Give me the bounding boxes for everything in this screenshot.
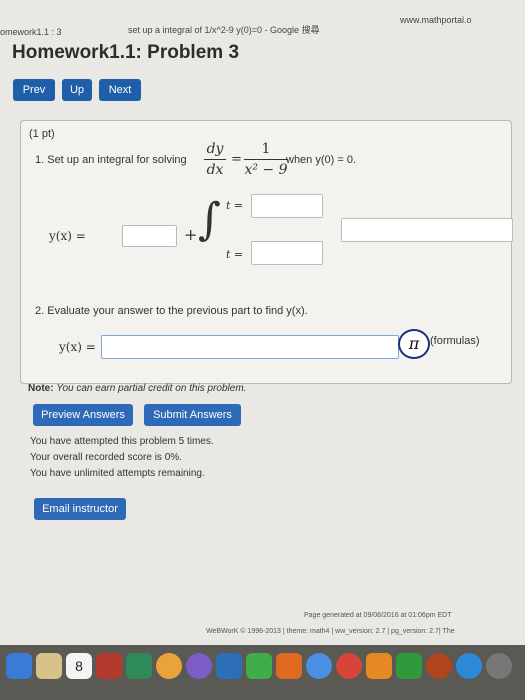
page-generated-text: Page generated at 09/08/2016 at 01:06pm …: [304, 612, 452, 619]
browser-screen: omework1.1 : 3 set up a integral of 1/x^…: [0, 0, 525, 645]
pages-icon[interactable]: [216, 653, 242, 679]
attempts-remaining: You have unlimited attempts remaining.: [30, 468, 205, 479]
y-of-x-answer-input[interactable]: [101, 335, 399, 359]
tab-homework[interactable]: omework1.1 : 3: [0, 27, 62, 37]
photos-icon[interactable]: [156, 653, 182, 679]
chrome-icon[interactable]: [336, 653, 362, 679]
lower-limit-label: t =: [226, 248, 244, 261]
next-button[interactable]: Next: [99, 79, 141, 101]
rhs-denominator: x² − 9: [244, 162, 288, 178]
system-preferences-icon[interactable]: [486, 653, 512, 679]
app-store-icon[interactable]: [456, 653, 482, 679]
upper-limit-input[interactable]: [251, 194, 323, 218]
pi-icon[interactable]: π: [398, 329, 430, 359]
calendar-icon[interactable]: 8: [66, 653, 92, 679]
partial-credit-note: Note: You can earn partial credit on thi…: [28, 383, 246, 394]
lower-limit-input[interactable]: [251, 241, 323, 265]
formulas-link[interactable]: (formulas): [430, 335, 480, 347]
tab-bar: omework1.1 : 3 set up a integral of 1/x^…: [0, 15, 525, 42]
problem-panel: (1 pt) 1. Set up an integral for solving…: [20, 120, 513, 384]
tab-google-search[interactable]: set up a integral of 1/x^2-9 y(0)=0 - Go…: [128, 23, 320, 36]
rhs-fraction: 1 x² − 9: [244, 141, 288, 178]
initial-condition: when y(0) = 0.: [286, 154, 357, 166]
y-of-x-answer-label: y(x) =: [59, 340, 96, 354]
question-2-text: 2. Evaluate your answer to the previous …: [35, 305, 308, 317]
submit-answers-button[interactable]: Submit Answers: [144, 404, 241, 426]
dy-numerator: dy: [206, 141, 224, 157]
note-label: Note:: [28, 383, 54, 394]
excel-icon[interactable]: [396, 653, 422, 679]
notes-icon[interactable]: [36, 653, 62, 679]
finder-icon[interactable]: [6, 653, 32, 679]
dx-denominator: dx: [206, 162, 224, 178]
keynote-icon[interactable]: [276, 653, 302, 679]
note-text: You can earn partial credit on this prob…: [56, 383, 247, 394]
photo-booth-icon[interactable]: [96, 653, 122, 679]
facetime-icon[interactable]: [126, 653, 152, 679]
page-title: Homework1.1: Problem 3: [12, 42, 240, 63]
equals-sign: =: [231, 152, 242, 167]
question-1-text: 1. Set up an integral for solving: [35, 154, 187, 166]
preview-answers-button[interactable]: Preview Answers: [33, 404, 133, 426]
safari-icon[interactable]: [306, 653, 332, 679]
email-instructor-button[interactable]: Email instructor: [34, 498, 126, 520]
rhs-numerator: 1: [261, 141, 271, 157]
points-label: (1 pt): [29, 128, 55, 140]
itunes-icon[interactable]: [186, 653, 212, 679]
y-of-x-label: y(x) =: [49, 229, 86, 243]
dock: 8: [0, 645, 525, 700]
integral-sign: ∫: [198, 194, 221, 245]
upper-limit-label: t =: [226, 199, 244, 212]
up-button[interactable]: Up: [62, 79, 92, 101]
dy-dx-fraction: dy dx: [204, 141, 226, 178]
score-text: Your overall recorded score is 0%.: [30, 452, 182, 463]
attempts-count: You have attempted this problem 5 times.: [30, 436, 214, 447]
tab-mathportal[interactable]: www.mathportal.o: [400, 15, 472, 25]
firefox-icon[interactable]: [426, 653, 452, 679]
numbers-icon[interactable]: [246, 653, 272, 679]
prev-button[interactable]: Prev: [13, 79, 55, 101]
constant-input[interactable]: [122, 225, 177, 247]
integrand-input[interactable]: [341, 218, 513, 242]
ibooks-icon[interactable]: [366, 653, 392, 679]
plus-sign: +: [184, 225, 198, 244]
footer-copyright: WeBWorK © 1996-2013 | theme: math4 | ww_…: [206, 628, 455, 635]
